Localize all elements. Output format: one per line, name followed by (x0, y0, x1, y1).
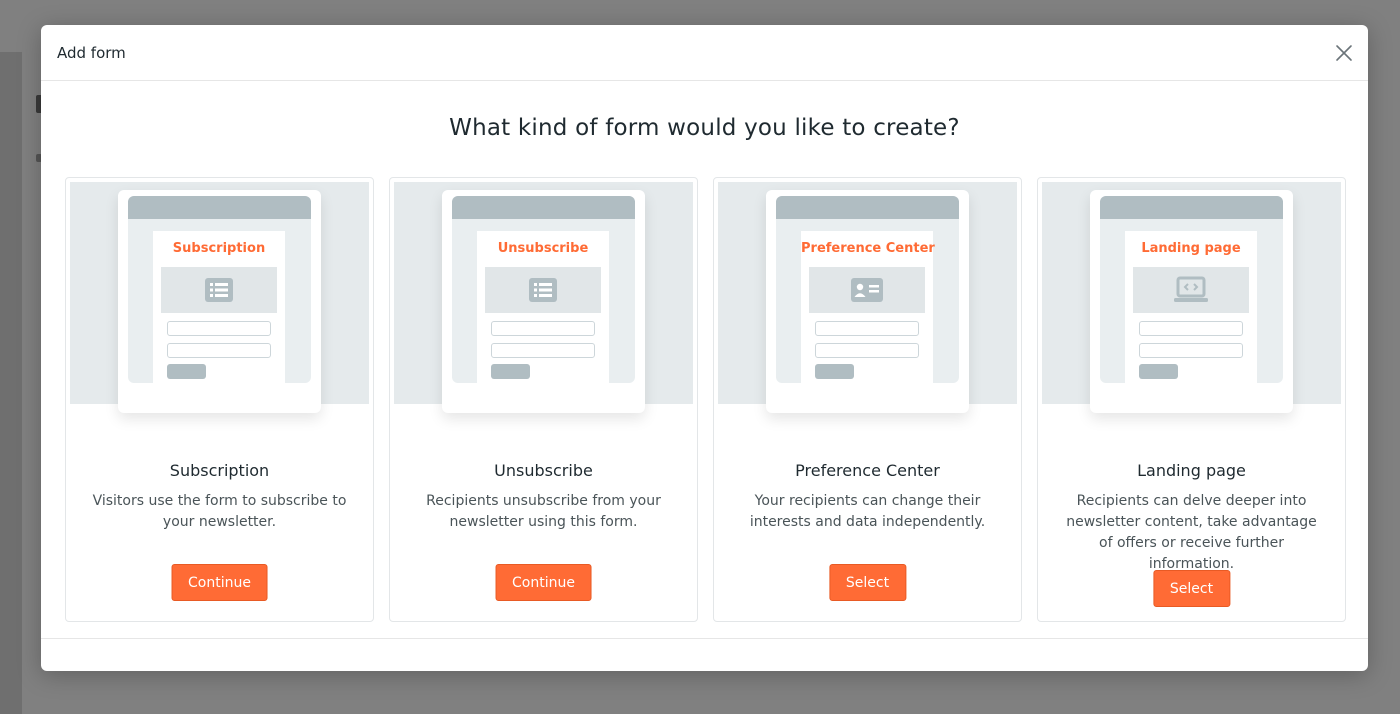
preview-label: Subscription (172, 241, 266, 256)
card-preference-center: Preference Center Preference Center Your… (713, 177, 1022, 622)
contact-card-icon (851, 278, 883, 302)
form-mockup: Unsubscribe (442, 190, 645, 413)
form-type-question: What kind of form would you like to crea… (449, 115, 960, 141)
list-icon (205, 278, 233, 302)
card-title: Unsubscribe (494, 461, 593, 480)
card-title: Subscription (169, 461, 270, 480)
card-preview: Landing page (1042, 182, 1341, 413)
form-mockup: Subscription (118, 190, 321, 413)
laptop-code-icon (1174, 276, 1208, 302)
modal-body: What kind of form would you like to crea… (41, 81, 1368, 638)
card-subscription: Subscription Subscription Visitors use t… (65, 177, 374, 622)
add-form-modal: Add form What kind of form would you lik… (41, 25, 1368, 671)
continue-unsubscribe-button[interactable]: Continue (495, 564, 592, 601)
card-title: Landing page (1137, 461, 1246, 480)
close-button[interactable] (1334, 43, 1354, 63)
card-preview: Unsubscribe (394, 182, 693, 413)
card-description: Recipients can delve deeper into newslet… (1066, 493, 1317, 572)
modal-title: Add form (57, 43, 126, 62)
modal-footer (41, 638, 1368, 671)
modal-header: Add form (41, 25, 1368, 81)
card-preview: Subscription (70, 182, 369, 413)
continue-subscription-button[interactable]: Continue (171, 564, 268, 601)
card-description: Visitors use the form to subscribe to yo… (92, 493, 347, 530)
list-icon (529, 278, 557, 302)
card-preview: Preference Center (718, 182, 1017, 413)
preview-label: Landing page (1141, 241, 1241, 256)
preview-label: Preference Center (801, 241, 935, 256)
form-mockup: Preference Center (766, 190, 969, 413)
preview-label: Unsubscribe (497, 241, 589, 256)
card-unsubscribe: Unsubscribe Unsubscribe Recipients unsub… (389, 177, 698, 622)
card-description: Your recipients can change their interes… (749, 493, 986, 530)
card-landing-page: Landing page Landing page Recipients can… (1037, 177, 1346, 622)
close-icon (1336, 45, 1352, 61)
background-sidebar (0, 52, 22, 714)
form-mockup: Landing page (1090, 190, 1293, 413)
card-title: Preference Center (795, 461, 940, 480)
select-landing-page-button[interactable]: Select (1152, 570, 1231, 607)
select-preference-center-button[interactable]: Select (828, 564, 907, 601)
form-type-cards: Subscription Subscription Visitors use t… (65, 177, 1346, 622)
card-description: Recipients unsubscribe from your newslet… (426, 493, 661, 530)
